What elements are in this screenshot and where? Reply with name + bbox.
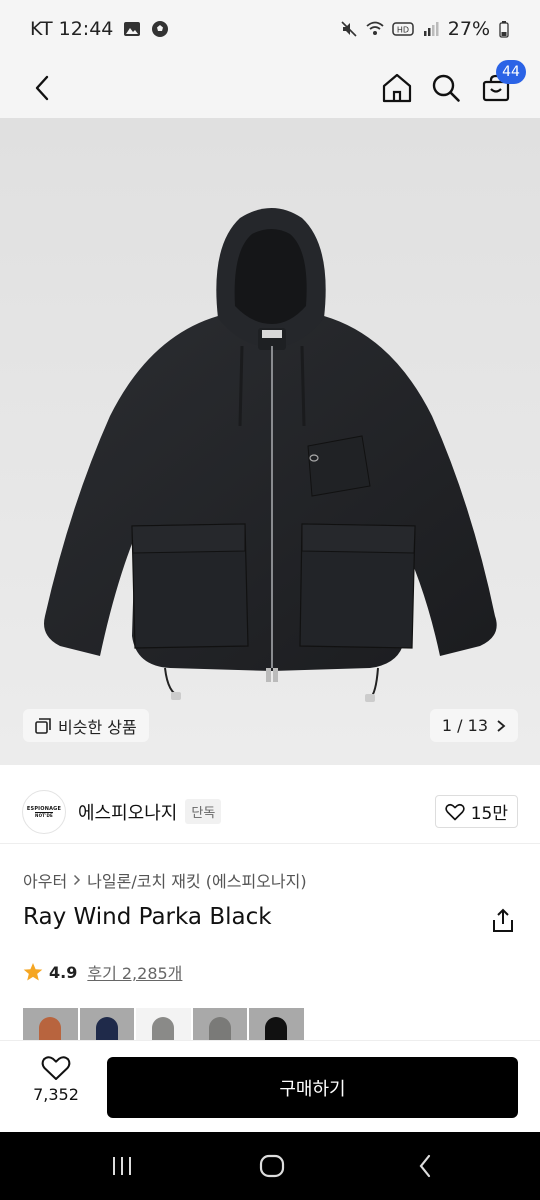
hd-icon: HD [392, 22, 414, 36]
similar-products-label: 비슷한 상품 [58, 717, 137, 737]
color-option-navy[interactable] [79, 1008, 135, 1040]
heart-icon [41, 1056, 71, 1080]
product-image-jacket [44, 208, 497, 702]
product-image-gallery[interactable]: 비슷한 상품 1 / 13 [0, 118, 540, 765]
share-button[interactable] [490, 908, 516, 934]
color-option-orange[interactable] [23, 1008, 78, 1040]
rating-row: 4.9 후기 2,285개 [23, 960, 182, 984]
mute-icon [341, 21, 357, 37]
chevron-left-icon [35, 75, 49, 101]
back-arrow-icon [419, 1154, 431, 1178]
chevron-right-icon [497, 719, 506, 732]
home-system-button[interactable] [252, 1150, 292, 1182]
gallery-notification-icon [124, 22, 141, 36]
cart-count-badge: 44 [496, 60, 526, 84]
home-button[interactable] [375, 66, 419, 110]
breadcrumb: 아우터 나일론/코치 재킷 (에스피오나지) [23, 868, 307, 892]
brand-name-link[interactable]: 에스피오나지 [78, 799, 177, 825]
cart-button[interactable]: 44 [474, 60, 526, 110]
soccer-notification-icon [152, 21, 169, 37]
heart-icon [445, 803, 465, 820]
purchase-bar: 7,352 구매하기 [0, 1040, 540, 1132]
system-navigation-bar [0, 1132, 540, 1200]
similar-products-button[interactable]: 비슷한 상품 [23, 709, 149, 742]
image-pager-label: 1 / 13 [441, 716, 488, 735]
wishlist-button[interactable]: 7,352 [24, 1055, 88, 1119]
brand-like-button[interactable]: 15만 [434, 795, 518, 828]
wifi-icon [366, 21, 384, 35]
thumb-jacket-image [39, 1017, 61, 1040]
back-button[interactable] [22, 66, 62, 110]
search-icon [432, 74, 460, 102]
status-time: KT 12:44 [30, 18, 114, 40]
battery-icon [499, 21, 509, 38]
thumb-jacket-image [208, 1017, 231, 1040]
product-title: Ray Wind Parka Black [23, 904, 272, 930]
color-option-grey[interactable] [192, 1008, 248, 1040]
share-icon [493, 908, 513, 932]
breadcrumb-subcategory[interactable]: 나일론/코치 재킷 (에스피오나지) [87, 868, 306, 892]
back-system-button[interactable] [405, 1150, 445, 1182]
reviews-link[interactable]: 후기 2,285개 [87, 960, 182, 984]
similar-items-icon [35, 717, 51, 734]
recent-apps-icon [113, 1157, 131, 1175]
color-option-grey-selected[interactable] [136, 1008, 191, 1040]
buy-button[interactable]: 구매하기 [107, 1057, 518, 1118]
brand-logo-subtext: NOT'DE [35, 811, 53, 818]
battery-percent: 27% [447, 18, 490, 40]
image-pager-button[interactable]: 1 / 13 [429, 709, 518, 742]
color-option-black[interactable] [249, 1008, 304, 1040]
home-circle-icon [259, 1154, 285, 1178]
wishlist-count: 7,352 [33, 1085, 79, 1104]
app-header: 44 [0, 58, 540, 118]
status-bar: KT 12:44 HD 27% [0, 0, 540, 58]
recent-apps-button[interactable] [102, 1150, 142, 1182]
brand-row: ESPIONAGE NOT'DE 에스피오나지 단독 15만 [0, 780, 540, 844]
signal-icon [423, 22, 439, 36]
search-button[interactable] [424, 66, 468, 110]
exclusive-badge: 단독 [185, 799, 222, 824]
rating-score: 4.9 [49, 962, 78, 982]
breadcrumb-category[interactable]: 아우터 [23, 868, 67, 892]
thumb-jacket-image [265, 1017, 288, 1040]
svg-text:HD: HD [397, 26, 409, 35]
chevron-right-icon [74, 874, 81, 886]
thumb-jacket-image [152, 1017, 175, 1040]
thumb-jacket-image [95, 1017, 118, 1040]
star-icon [23, 963, 43, 981]
home-icon [382, 73, 412, 103]
color-options [23, 1008, 304, 1040]
brand-logo[interactable]: ESPIONAGE NOT'DE [22, 789, 66, 834]
brand-like-count: 15만 [470, 804, 508, 824]
